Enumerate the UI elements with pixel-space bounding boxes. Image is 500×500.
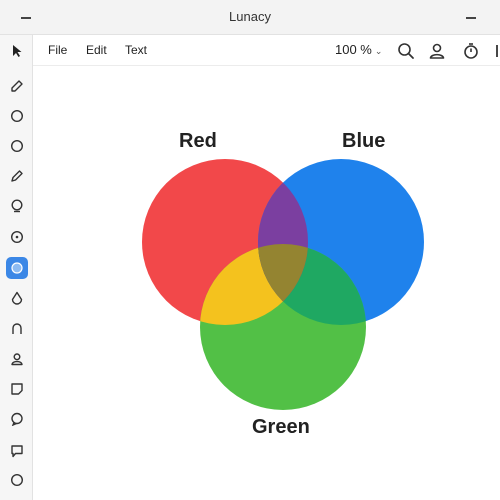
minimize-icon[interactable] <box>466 17 476 19</box>
drop-icon <box>11 291 23 305</box>
circle-icon <box>10 139 24 153</box>
comment-tool[interactable] <box>6 440 28 462</box>
label-green: Green <box>252 416 310 438</box>
comment-icon <box>11 445 23 458</box>
bubble-tool[interactable] <box>6 408 28 430</box>
speech-icon <box>12 323 22 334</box>
circle-icon <box>10 109 24 123</box>
pen-tool[interactable] <box>6 165 28 187</box>
target-tool[interactable] <box>6 226 28 248</box>
search-icon[interactable] <box>396 41 416 61</box>
circle-fill-icon <box>11 262 23 274</box>
pen-icon <box>11 170 23 182</box>
pencil-icon <box>11 80 23 92</box>
ellipse-tool[interactable] <box>6 105 28 127</box>
target-icon <box>10 230 24 244</box>
lasso-icon <box>11 199 23 213</box>
oval-tool[interactable] <box>6 135 28 157</box>
label-red: Red <box>179 130 217 152</box>
zoom-dropdown[interactable]: 100 % ⌄ <box>335 42 382 57</box>
chevron-down-icon: ⌄ <box>374 46 383 56</box>
user-icon[interactable] <box>427 41 447 61</box>
circle-tool[interactable] <box>6 469 28 491</box>
bubble-icon <box>11 412 23 426</box>
menu-text[interactable]: Text <box>125 43 147 57</box>
layer-icon[interactable] <box>488 41 500 61</box>
title-bar: Lunacy <box>0 0 500 35</box>
drop-tool[interactable] <box>6 287 28 309</box>
note-icon <box>11 383 23 395</box>
user-tool[interactable] <box>6 348 28 370</box>
design-canvas[interactable]: Red Blue Green <box>33 66 500 500</box>
menu-bar: File Edit Text 100 % ⌄ <box>33 35 500 66</box>
pointer-tool[interactable] <box>6 40 28 62</box>
window-title: Lunacy <box>229 9 271 24</box>
menu-file[interactable]: File <box>48 43 67 57</box>
lasso-tool[interactable] <box>6 195 28 217</box>
label-blue: Blue <box>342 130 386 152</box>
speech-tool[interactable] <box>6 318 28 340</box>
menu-edit[interactable]: Edit <box>86 43 107 57</box>
pencil-tool[interactable] <box>6 75 28 97</box>
timer-icon[interactable] <box>461 41 481 61</box>
circle-icon <box>10 473 24 487</box>
tools-sidebar <box>0 35 33 500</box>
note-tool[interactable] <box>6 378 28 400</box>
pointer-icon <box>13 45 22 57</box>
zoom-value: 100 % <box>335 42 372 57</box>
user-icon <box>11 353 23 366</box>
fill-tool[interactable] <box>6 257 28 279</box>
